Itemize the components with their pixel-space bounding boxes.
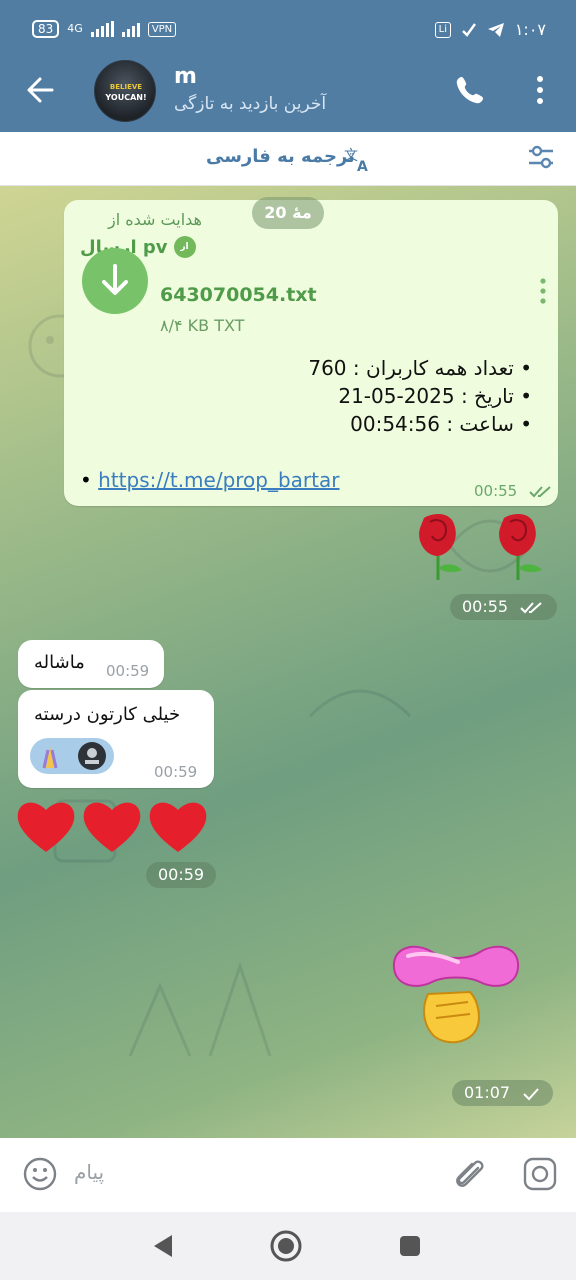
file-size: ۸/۴ KB TXT [160, 316, 245, 335]
incoming-message-text: خیلی کارتون درسته [34, 704, 181, 725]
file-name[interactable]: 643070054.txt [160, 284, 317, 306]
doodle-icon [308, 689, 412, 718]
status-right: Li ۱:۰۷ [434, 20, 546, 39]
heart-emoji-icon[interactable] [148, 798, 208, 854]
double-check-icon [529, 485, 551, 497]
incoming-message-text: ماشاله [34, 652, 85, 673]
forwarded-from-label: هدایت شده از [108, 210, 202, 229]
translate-label[interactable]: ترجمه به فارسی [206, 146, 355, 167]
status-left: 83 4G VPN [32, 20, 177, 38]
battery-indicator: 83 [32, 20, 60, 38]
doodle-icon [128, 961, 272, 1057]
heart-hands-sticker-icon[interactable] [388, 936, 524, 1048]
sticker-time: 00:55 [450, 594, 558, 620]
single-check-icon [523, 1087, 539, 1100]
channel-link[interactable]: https://t.me/prop_bartar [98, 468, 339, 492]
message-time-text: 00:55 [474, 482, 518, 500]
hearts-time: 00:59 [146, 862, 217, 888]
rose-emoji-icon[interactable] [486, 512, 550, 582]
emoji-icon[interactable] [22, 1156, 58, 1192]
signal-2-icon [121, 21, 140, 37]
info-total-users: • تعداد همه کاربران : 760 [308, 356, 532, 380]
chat-title[interactable]: m [174, 64, 197, 89]
nav-back-icon[interactable] [150, 1232, 176, 1260]
avatar[interactable]: BELIEVE YOUCAN! [94, 60, 156, 122]
avatar-text-1: BELIEVE [109, 83, 143, 91]
sticker-time-text: 01:07 [464, 1083, 511, 1102]
system-nav-bar [0, 1212, 576, 1280]
link-line: • https://t.me/prop_bartar [80, 468, 339, 492]
avatar-text-2: YOUCAN! [105, 93, 147, 102]
svg-text:文: 文 [344, 148, 358, 164]
last-seen-status: آخرین بازدید به تازگی [174, 94, 327, 114]
nav-recents-icon[interactable] [398, 1234, 422, 1258]
attach-icon[interactable] [452, 1154, 488, 1194]
rose-emoji-icon[interactable] [406, 512, 470, 582]
signal-icon [90, 21, 114, 37]
more-menu-icon[interactable] [530, 74, 550, 106]
date-pill: 20 مهٔ [252, 197, 324, 229]
translate-icon: 文 A [344, 148, 368, 172]
status-bar: 83 4G VPN Li ۱:۰۷ [0, 0, 576, 60]
info-date: • تاریخ : 2025-05-21 [338, 384, 532, 408]
message-input[interactable]: پیام [74, 1160, 104, 1184]
download-icon [102, 264, 128, 295]
back-arrow-icon[interactable] [24, 72, 56, 108]
incoming-message-time: 00:59 [106, 662, 150, 680]
source-avatar: ار [173, 236, 196, 258]
camera-icon[interactable] [522, 1156, 558, 1192]
app-badge: Li [434, 21, 451, 38]
incoming-message-time: 00:59 [154, 763, 198, 781]
telegram-icon [487, 22, 504, 37]
heart-emoji-icon[interactable] [82, 798, 142, 854]
heart-emoji-icon[interactable] [16, 798, 76, 854]
double-check-icon [520, 601, 542, 613]
network-type: 4G [67, 22, 83, 35]
top-bar: 83 4G VPN Li ۱:۰۷ BELIEVE YOUCAN! m آخری… [0, 0, 576, 132]
message-time: 00:55 [474, 482, 554, 500]
check-app-icon [461, 22, 476, 37]
nav-home-icon[interactable] [268, 1228, 304, 1264]
praying-hands-icon [42, 742, 106, 770]
clock: ۱:۰۷ [514, 20, 546, 39]
vpn-badge: VPN [147, 21, 177, 37]
sticker-time-text: 00:55 [462, 597, 509, 616]
svg-text:A: A [357, 159, 368, 172]
download-button[interactable] [82, 248, 148, 314]
translate-bar[interactable]: ترجمه به فارسی 文 A [0, 132, 576, 186]
sticker-time: 01:07 [452, 1080, 554, 1106]
file-menu-icon[interactable] [538, 278, 548, 304]
phone-call-icon[interactable] [454, 74, 486, 106]
translate-settings-icon[interactable] [526, 142, 556, 172]
info-time: • ساعت : 00:54:56 [350, 412, 532, 436]
link-bullet: • [80, 468, 92, 492]
message-input-bar[interactable]: پیام [0, 1138, 576, 1212]
reaction-chip[interactable] [30, 738, 114, 774]
